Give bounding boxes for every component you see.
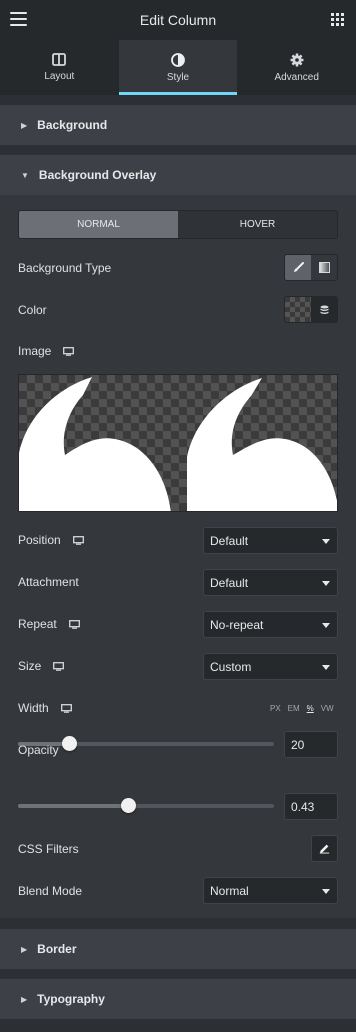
repeat-label-row: Repeat [18,617,80,631]
hamburger-menu-icon[interactable] [10,12,27,28]
width-label: Width [18,701,49,715]
opacity-input[interactable]: 0.43 [284,793,338,820]
size-select[interactable]: Custom [203,653,338,680]
section-typography-label: Typography [37,992,105,1006]
blend-mode-select[interactable]: Normal [203,877,338,904]
panel-title: Edit Column [139,12,217,28]
css-filters-edit-button[interactable] [311,835,338,862]
monitor-icon[interactable] [68,619,80,629]
chevron-down-icon [322,539,330,544]
size-label-row: Size [18,659,65,673]
caret-right-icon: ▶ [21,944,28,954]
tab-layout[interactable]: Layout [0,40,119,95]
tab-bar: Layout Style Advanced [0,40,356,95]
unit-vw[interactable]: VW [321,704,334,713]
chevron-down-icon [322,581,330,586]
image-preview[interactable] [18,374,338,512]
gradient-type-button[interactable] [311,255,337,280]
opacity-slider-fill [18,804,129,808]
layout-columns-icon [52,53,67,66]
css-filters-label: CSS Filters [18,842,79,856]
tab-advanced-label: Advanced [274,71,319,83]
background-type-label: Background Type [18,261,112,275]
blend-mode-label: Blend Mode [18,884,83,898]
attachment-value: Default [210,575,249,590]
apps-grid-icon[interactable] [331,13,344,26]
width-slider-handle[interactable] [62,736,78,751]
section-gap [0,918,356,929]
section-typography[interactable]: ▶ Typography [0,979,356,1019]
gradient-icon [318,262,330,273]
chevron-down-icon [322,889,330,894]
opacity-slider-handle[interactable] [121,798,137,813]
section-background-overlay[interactable]: ▼ Background Overlay [0,155,356,195]
opacity-slider[interactable] [18,798,274,813]
size-value: Custom [210,659,252,674]
position-select[interactable]: Default [203,527,338,554]
tab-style[interactable]: Style [118,40,238,95]
unit-px[interactable]: PX [270,704,281,713]
caret-down-icon: ▼ [21,170,29,180]
editor-header: Edit Column [0,0,356,40]
tab-advanced[interactable]: Advanced [237,40,356,95]
section-border[interactable]: ▶ Border [0,929,356,969]
quote-marks-image [19,377,337,511]
width-input[interactable]: 20 [284,731,338,758]
color-control [284,296,338,323]
section-background-overlay-label: Background Overlay [38,168,157,182]
monitor-icon[interactable] [63,346,75,356]
section-gap [0,969,356,979]
blend-mode-value: Normal [210,883,249,898]
color-picker-swatch[interactable] [285,297,311,322]
opacity-label: Opacity [18,743,59,757]
paint-brush-icon [293,262,304,272]
image-label: Image [18,344,52,358]
repeat-value: No-repeat [210,617,264,632]
unit-percent[interactable]: % [307,704,314,713]
section-border-label: Border [37,942,77,956]
normal-state-button[interactable]: NORMAL [19,211,178,238]
repeat-label: Repeat [18,617,57,631]
background-type-choices [284,254,338,281]
gear-icon [290,53,304,66]
attachment-select[interactable]: Default [203,569,338,596]
width-label-row: Width [18,701,72,715]
chevron-down-icon [322,665,330,670]
width-unit-switcher: PX EM % VW [270,704,334,713]
section-background[interactable]: ▶ Background [0,105,356,145]
monitor-icon[interactable] [53,661,65,671]
tab-layout-label: Layout [44,71,75,82]
tab-style-label: Style [166,71,190,83]
caret-right-icon: ▶ [21,120,28,130]
section-gap [0,1019,356,1032]
section-background-label: Background [37,118,108,132]
classic-type-button[interactable] [285,255,311,280]
hover-state-button[interactable]: HOVER [178,211,337,238]
position-label: Position [18,533,61,547]
monitor-icon[interactable] [60,703,72,713]
attachment-label: Attachment [18,575,79,589]
contrast-circle-icon [171,52,185,67]
position-value: Default [210,533,249,548]
monitor-icon[interactable] [72,535,84,545]
chevron-down-icon [322,623,330,628]
state-switcher: NORMAL HOVER [18,210,338,239]
size-label: Size [18,659,42,673]
unit-em[interactable]: EM [288,704,300,713]
caret-right-icon: ▶ [21,994,28,1004]
database-icon [320,305,328,314]
repeat-select[interactable]: No-repeat [203,611,338,638]
global-colors-button[interactable] [311,297,337,322]
color-label: Color [18,303,47,317]
section-gap [0,145,356,155]
pencil-icon [319,844,330,854]
image-label-row: Image [18,344,75,358]
position-label-row: Position [18,533,84,547]
